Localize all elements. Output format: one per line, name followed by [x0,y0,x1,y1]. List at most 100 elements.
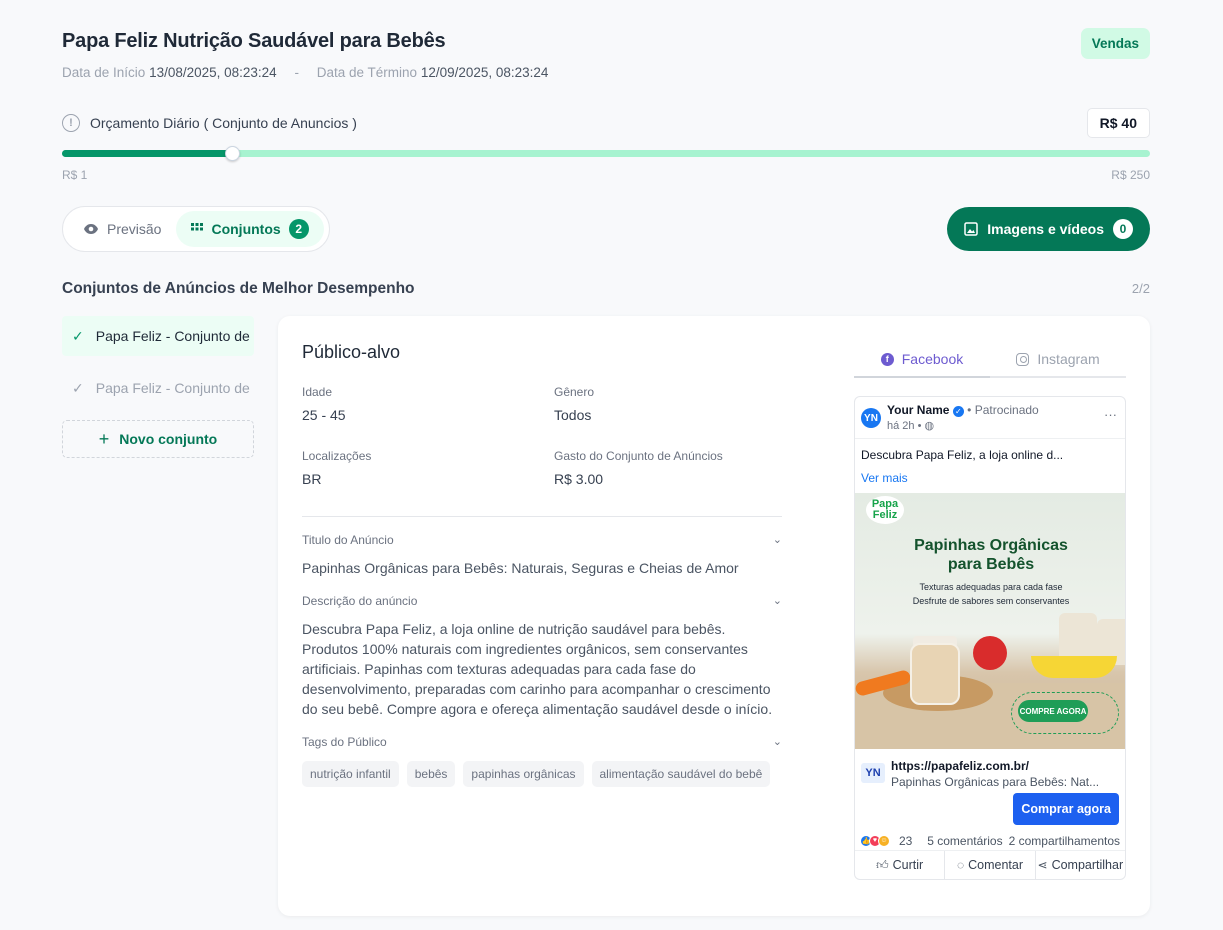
post-text: Descubra Papa Feliz, a loja online d... [861,448,1064,462]
ad-description-value: Descubra Papa Feliz, a loja online de nu… [302,621,773,717]
link-preview[interactable]: YN https://papafeliz.com.br/ Papinhas Or… [855,749,1125,793]
creative-apple [973,636,1007,670]
audience-tags-section: Tags do Público ⌄ nutrição infantil bebê… [302,735,782,787]
pager: 2/2 [1131,281,1150,296]
post-stats: 👍 ♥ ☺ 23 5 comentários 2 compartilhament… [855,831,1125,851]
reactions-icons: 👍 ♥ ☺ [860,834,890,847]
audience-grid: Idade 25 - 45 Gênero Todos Localizações … [302,385,782,503]
creative-subtext: Texturas adequadas para cada fase Desfru… [855,580,1125,608]
cta-row: Comprar agora [855,793,1125,831]
chevron-down-icon: ⌄ [772,534,782,546]
plus-icon: + [98,428,110,449]
daily-budget-label-row: ! Orçamento Diário ( Conjunto de Anuncio… [62,108,1150,138]
ad-set-details: Público-alvo Idade 25 - 45 Gênero Todos … [302,342,782,787]
verified-icon: ✓ [952,406,964,417]
chevron-down-icon: ⌄ [772,736,782,748]
post-time: há 2h • [887,420,922,432]
tab-sets[interactable]: Conjuntos 2 [176,211,324,247]
campaign-title: Papa Feliz Nutrição Saudável para Bebês [62,30,446,52]
creative-headline: Papinhas Orgânicas para Bebês [855,536,1125,574]
start-date-label: Data de Início [62,65,146,80]
post-meta: Your Name ✓ • Patrocinado há 2h • ◍ [887,403,1039,432]
ad-description-section: Descrição do anúncio ⌄ Descubra Papa Fel… [302,594,782,719]
share-button[interactable]: ⋖ Compartilhar [1036,851,1125,879]
tab-preview[interactable]: Previsão [68,211,176,247]
budget-slider-min: R$ 1 [62,168,88,182]
link-url: https://papafeliz.com.br/ [891,759,1030,773]
ad-title-value: Papinhas Orgânicas para Bebês: Naturais,… [302,560,739,576]
ad-title-toggle[interactable]: Titulo do Anúncio ⌄ [302,533,782,547]
campaign-header: Papa Feliz Nutrição Saudável para Bebês … [62,28,1150,80]
comment-label: Comentar [968,858,1023,872]
post-time-row: há 2h • ◍ [887,419,1039,432]
see-more-link[interactable]: Ver mais [855,462,1125,493]
comments-count: 5 comentários [927,833,1003,848]
gender-label: Gênero [554,385,595,399]
campaign-dates: Data de Início 13/08/2025, 08:23:24 - Da… [62,65,1150,80]
budget-slider[interactable] [62,146,1150,161]
tab-facebook[interactable]: f Facebook [854,342,990,378]
gender-value: Todos [554,407,592,423]
ad-set-item[interactable]: ✓ Papa Feliz - Conjunto de [62,368,254,408]
new-set-button[interactable]: + Novo conjunto [62,420,254,458]
buy-now-button[interactable]: Comprar agora [1013,793,1119,825]
media-count-badge: 0 [1113,219,1133,239]
age-label: Idade [302,385,333,399]
post-actions: 👍︎ Curtir ◌ Comentar ⋖ Compartilhar [855,851,1125,879]
globe-icon: ◍ [924,420,935,432]
ad-preview: f Facebook Instagram YN Your Name ✓ • Pa… [854,342,1126,880]
gender-field: Gênero Todos [554,385,794,423]
haha-reaction-icon: ☺ [878,834,890,847]
budget-slider-max: R$ 250 [1111,168,1150,182]
check-icon: ✓ [72,327,84,344]
tab-facebook-label: Facebook [901,351,964,367]
comment-button[interactable]: ◌ Comentar [945,851,1036,879]
ad-creative-image: Papa Feliz Papinhas Orgânicas para Bebês … [855,493,1125,749]
images-videos-button[interactable]: Imagens e vídeos 0 [947,207,1150,251]
sets-count-badge: 2 [288,219,309,239]
grid-icon [191,223,204,231]
daily-budget-value[interactable]: R$ 40 [1086,108,1150,138]
locations-field: Localizações BR [302,449,542,487]
audience-tag: nutrição infantil [302,761,399,787]
brand-logo: Papa Feliz [866,496,904,524]
ad-set-card: Público-alvo Idade 25 - 45 Gênero Todos … [278,316,1150,916]
post-author: Your Name ✓ • Patrocinado [887,403,1039,417]
like-label: Curtir [892,858,924,872]
like-button[interactable]: 👍︎ Curtir [855,851,946,879]
ad-set-item[interactable]: ✓ Papa Feliz - Conjunto de [62,316,254,356]
more-options-icon[interactable]: ··· [1104,407,1117,422]
comment-icon: ◌ [956,858,965,872]
budget-slider-thumb[interactable] [225,146,240,161]
platform-tabs: f Facebook Instagram [854,342,1126,378]
creative-subtext-line2: Desfrute de sabores sem conservantes [912,596,1070,606]
page-name: Your Name [887,403,950,417]
end-date-value: 12/09/2025, 08:23:24 [420,65,549,80]
tab-sets-label: Conjuntos [211,221,281,237]
brand-logo-line2: Feliz [872,509,898,521]
view-tabs: Previsão Conjuntos 2 [62,206,330,252]
shares-count: 2 compartilhamentos [1008,833,1120,848]
audience-heading: Público-alvo [302,342,401,362]
tab-preview-label: Previsão [107,221,162,237]
ad-title-section: Titulo do Anúncio ⌄ Papinhas Orgânicas p… [302,533,782,578]
share-icon: ⋖ [1037,858,1048,872]
daily-budget-label: Orçamento Diário ( Conjunto de Anuncios … [90,115,357,131]
spend-field: Gasto do Conjunto de Anúncios R$ 3.00 [554,449,794,487]
start-date-value: 13/08/2025, 08:23:24 [149,65,277,80]
chevron-down-icon: ⌄ [772,595,782,607]
ad-description-label: Descrição do anúncio [302,594,418,608]
sponsored-label: • Patrocinado [967,403,1039,417]
ad-title-label: Titulo do Anúncio [302,533,394,547]
audience-tags-toggle[interactable]: Tags do Público ⌄ [302,735,782,749]
ad-description-toggle[interactable]: Descrição do anúncio ⌄ [302,594,782,608]
ad-sets-sidebar: ✓ Papa Feliz - Conjunto de ✓ Papa Feliz … [62,316,254,458]
age-field: Idade 25 - 45 [302,385,542,423]
section-title: Conjuntos de Anúncios de Melhor Desempen… [62,280,415,297]
ad-set-label: Papa Feliz - Conjunto de [95,380,250,396]
creative-headline-line2: para Bebês [947,556,1035,573]
tab-instagram-label: Instagram [1037,351,1100,367]
tab-instagram[interactable]: Instagram [990,342,1126,376]
images-videos-label: Imagens e vídeos [987,221,1104,237]
end-date-label: Data de Término [316,65,418,80]
